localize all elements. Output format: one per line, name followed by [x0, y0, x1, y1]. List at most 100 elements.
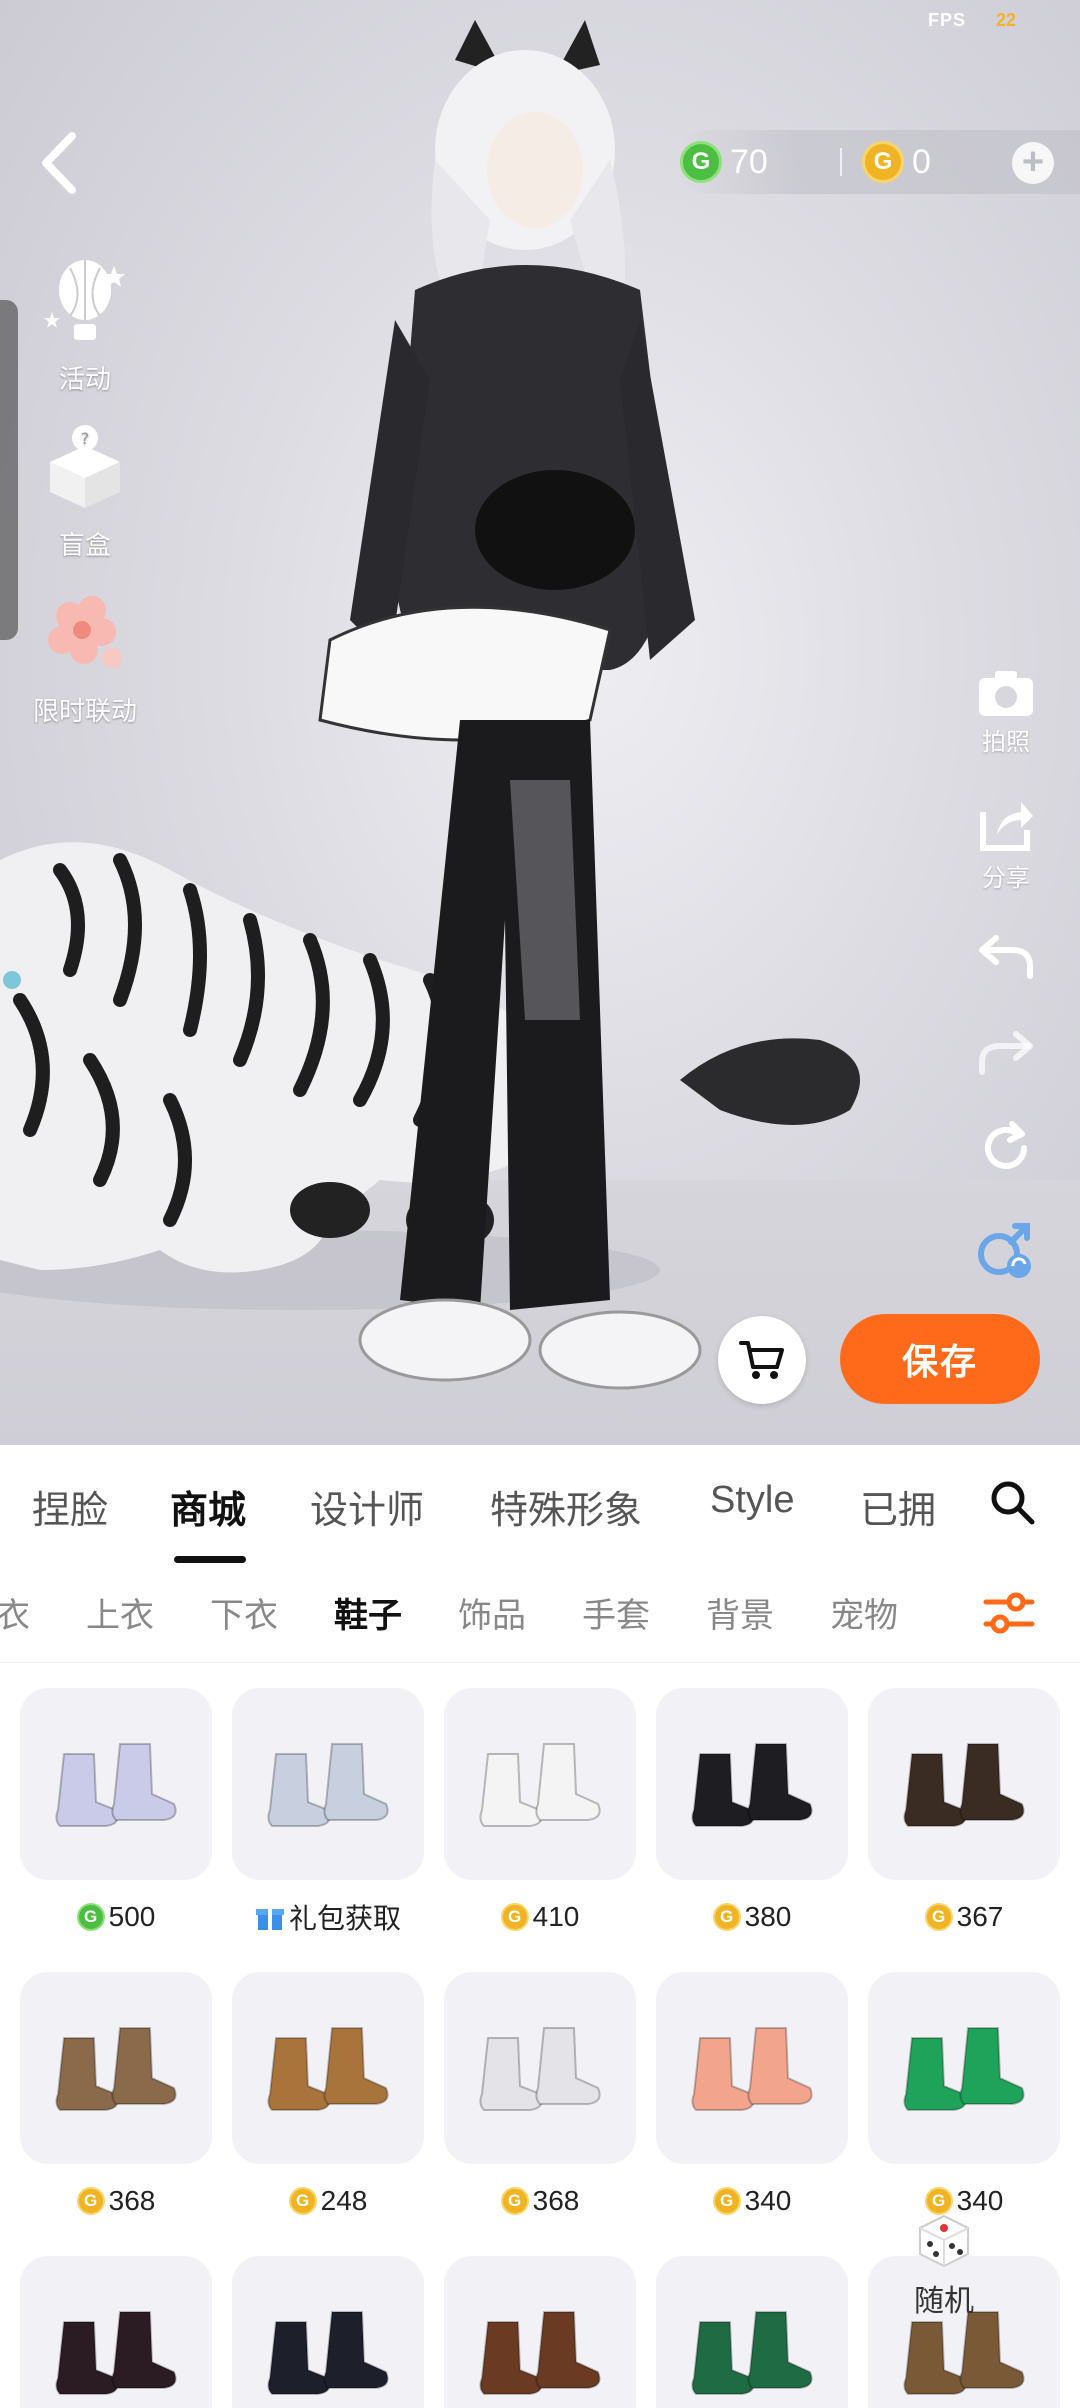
tab-face[interactable]: 捏脸 [32, 1479, 108, 1534]
shoe-item-card[interactable] [20, 1688, 212, 1880]
shoe-item-card[interactable] [444, 1688, 636, 1880]
gold-currency[interactable]: G 0 [862, 132, 931, 192]
redo-button[interactable] [966, 1028, 1046, 1082]
shoe-item-card[interactable] [656, 1972, 848, 2164]
photo-button[interactable]: 拍照 [966, 668, 1046, 757]
limited-collab-button[interactable]: 限时联动 [20, 588, 150, 728]
shoe-thumbnail [691, 2027, 813, 2111]
item-price-value: 340 [744, 2185, 792, 2216]
flower-icon [48, 596, 122, 668]
item-price: G 380 [646, 1897, 858, 1937]
gold-coin-icon: G [712, 1903, 741, 1931]
gold-currency-amount: 0 [912, 142, 931, 181]
shoe-item-card[interactable] [868, 1688, 1060, 1880]
reset-button[interactable] [966, 1120, 1046, 1180]
tab-shop[interactable]: 商城 [170, 1479, 246, 1534]
cart-icon [739, 1341, 784, 1379]
tab-special-form[interactable]: 特殊形象 [490, 1479, 642, 1534]
item-price: G 368 [10, 2181, 222, 2221]
main-tabs: 捏脸 商城 设计师 特殊形象 Style 已拥 [0, 1445, 1080, 1563]
camera-icon [979, 671, 1033, 716]
back-arrow-icon[interactable] [34, 128, 84, 198]
subtab-bottoms[interactable]: 下衣 [210, 1588, 278, 1637]
item-price: 礼包获取 [222, 1897, 434, 1937]
gender-swap-icon [978, 1223, 1031, 1278]
shoe-thumbnail [55, 2311, 177, 2395]
item-price-value: 248 [320, 2185, 368, 2216]
share-icon [980, 802, 1033, 851]
shoe-item-card[interactable] [232, 1972, 424, 2164]
event-label: 活动 [58, 364, 111, 394]
subtab-gloves[interactable]: 手套 [582, 1588, 650, 1637]
share-label: 分享 [982, 865, 1030, 892]
gender-swap-button[interactable] [966, 1222, 1046, 1284]
gold-coin-icon: G [76, 2187, 105, 2215]
random-button[interactable]: 随机 [896, 2212, 992, 2322]
tab-owned[interactable]: 已拥 [860, 1479, 944, 1534]
green-coin-icon: G [680, 141, 722, 183]
subtab-shoes[interactable]: 鞋子 [334, 1588, 402, 1637]
share-button[interactable]: 分享 [966, 798, 1046, 893]
item-price: G 410 [434, 1897, 646, 1937]
subtab-tops[interactable]: 上衣 [86, 1588, 154, 1637]
undo-button[interactable] [966, 932, 1046, 986]
shoe-thumbnail [691, 2311, 813, 2395]
currency-divider [840, 148, 842, 176]
mystery-box-icon: ? [50, 425, 120, 508]
random-label: 随机 [914, 2285, 974, 2318]
category-tabs [0, 1563, 1080, 1663]
gold-coin-icon: G [288, 2187, 317, 2215]
save-button[interactable]: 保存 [840, 1314, 1040, 1404]
shoe-item-card[interactable] [656, 2256, 848, 2408]
tab-style[interactable]: Style [710, 1479, 794, 1522]
blind-box-label: 盲盒 [58, 530, 111, 560]
item-price: G 367 [858, 1897, 1070, 1937]
item-price: G 500 [10, 1897, 222, 1937]
active-tab-indicator [174, 1556, 246, 1563]
shoe-thumbnail [691, 1743, 813, 1827]
shoe-item-card[interactable] [868, 1972, 1060, 2164]
shoe-item-card[interactable] [232, 1688, 424, 1880]
subtab-accessories[interactable]: 饰品 [458, 1588, 526, 1637]
event-button[interactable]: 活动 [20, 256, 150, 396]
green-coin-icon: G [76, 1903, 105, 1931]
side-drawer-handle[interactable] [0, 300, 18, 640]
add-currency-button[interactable]: + [1012, 142, 1054, 184]
item-price-value: 500 [108, 1901, 156, 1932]
filter-icon[interactable] [982, 1588, 1036, 1638]
shoe-thumbnail [903, 1743, 1025, 1827]
cart-button[interactable] [718, 1316, 806, 1404]
gold-coin-icon: G [712, 2187, 741, 2215]
shoe-thumbnail [903, 2027, 1025, 2111]
green-currency[interactable]: G 70 [680, 132, 768, 192]
subtab-background[interactable]: 背景 [706, 1588, 774, 1637]
shoe-item-card[interactable] [20, 1972, 212, 2164]
subtab-pets[interactable]: 宠物 [830, 1588, 898, 1637]
tab-designer[interactable]: 设计师 [310, 1479, 424, 1534]
shoe-item-card[interactable] [656, 1688, 848, 1880]
limited-collab-label: 限时联动 [32, 696, 137, 726]
gold-coin-icon: G [924, 1903, 953, 1931]
gift-icon [255, 1909, 284, 1930]
fps-label: FPS [928, 10, 967, 30]
shoe-thumbnail [55, 1743, 177, 1827]
fps-value: 22 [996, 10, 1017, 30]
shoe-item-card[interactable] [20, 2256, 212, 2408]
item-price-value: 367 [956, 1901, 1004, 1932]
shoe-thumbnail [479, 2311, 601, 2395]
shoe-item-card[interactable] [444, 2256, 636, 2408]
item-price-value: 380 [744, 1901, 792, 1932]
shoe-thumbnail [267, 2311, 389, 2395]
green-currency-amount: 70 [730, 142, 768, 181]
search-icon[interactable] [988, 1478, 1036, 1526]
avatar-character[interactable] [310, 20, 770, 1410]
balloon-icon [44, 260, 125, 340]
blind-box-button[interactable]: ? 盲盒 [20, 422, 150, 562]
undo-icon [979, 935, 1033, 979]
item-price-value: 410 [532, 1901, 580, 1932]
avatar-scene[interactable]: FPS 22 G 70 G 0 + 活动 ? 盲盒 限时联动 拍照 分享 保存 [0, 0, 1080, 1445]
item-price: G 340 [646, 2181, 858, 2221]
subtab-clothes[interactable]: 衣 [0, 1588, 30, 1637]
shoe-item-card[interactable] [232, 2256, 424, 2408]
shoe-item-card[interactable] [444, 1972, 636, 2164]
